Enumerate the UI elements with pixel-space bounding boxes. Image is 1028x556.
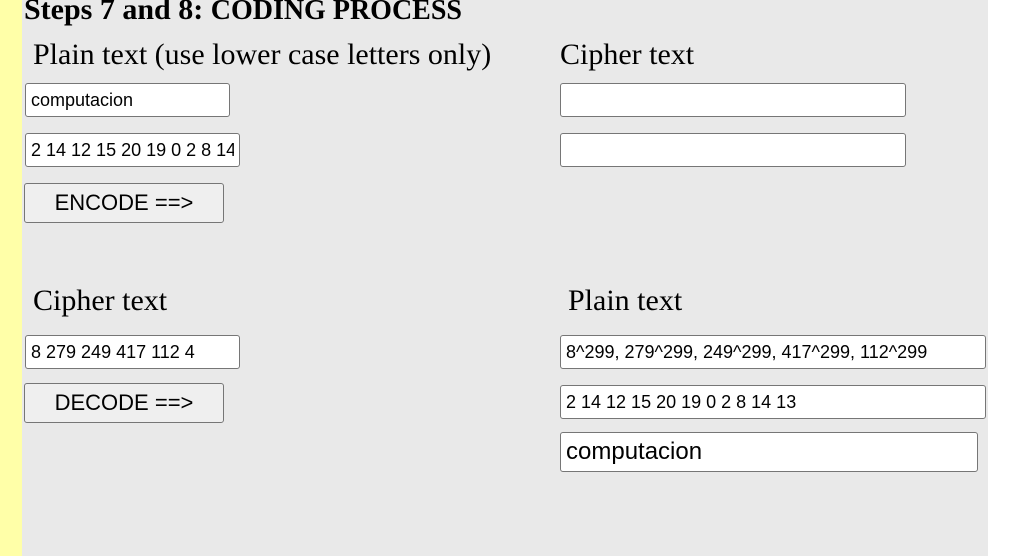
decode-plain-numbers-input[interactable] [560, 385, 986, 419]
encode-button[interactable]: ENCODE ==> [24, 183, 224, 223]
decode-plain-text-input[interactable] [560, 432, 978, 472]
encode-cipher-text-label: Cipher text [560, 38, 695, 71]
left-margin-stripe [0, 0, 22, 556]
decode-powers-input[interactable] [560, 335, 986, 369]
decode-button[interactable]: DECODE ==> [24, 383, 224, 423]
title-main: CODING PROCESS [210, 0, 462, 26]
decode-plain-text-label: Plain text [568, 284, 683, 317]
encode-cipher-numbers-input[interactable] [560, 133, 906, 167]
encode-plain-text-input[interactable] [25, 83, 230, 117]
encode-cipher-text-input[interactable] [560, 83, 906, 117]
decode-cipher-numbers-input[interactable] [25, 335, 240, 369]
decode-cipher-text-label: Cipher text [33, 284, 168, 317]
encode-plain-numbers-input[interactable] [25, 133, 240, 167]
encode-plain-text-label: Plain text (use lower case letters only) [33, 38, 492, 71]
title-prefix: Steps 7 and 8: [24, 0, 211, 26]
page-title: Steps 7 and 8: CODING PROCESS [24, 0, 462, 29]
